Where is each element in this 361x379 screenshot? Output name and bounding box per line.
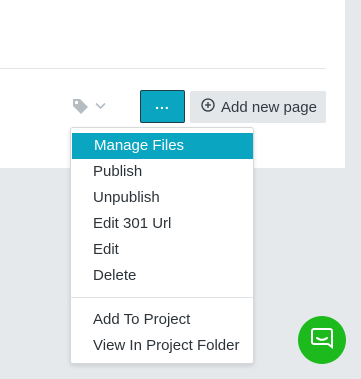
chat-bubble-icon [310, 326, 334, 355]
menu-item-unpublish[interactable]: Unpublish [71, 185, 253, 211]
menu-item-delete[interactable]: Delete [71, 263, 253, 289]
menu-item-add-to-project[interactable]: Add To Project [71, 307, 253, 333]
more-dots: ... [155, 95, 170, 112]
tag-filter-button[interactable] [72, 95, 116, 117]
menu-item-publish[interactable]: Publish [71, 159, 253, 185]
chat-button[interactable] [298, 316, 346, 364]
menu-separator [71, 297, 253, 298]
add-new-page-label: Add new page [221, 98, 317, 116]
menu-item-edit-301-url[interactable]: Edit 301 Url [71, 211, 253, 237]
tag-icon [72, 98, 89, 115]
more-options-button[interactable]: ... [140, 90, 185, 123]
menu-item-edit[interactable]: Edit [71, 237, 253, 263]
menu-item-view-in-project-folder[interactable]: View In Project Folder [71, 333, 253, 359]
add-new-page-button[interactable]: Add new page [190, 91, 326, 123]
menu-item-manage-files[interactable]: Manage Files [72, 133, 253, 159]
chevron-down-icon [95, 102, 106, 110]
divider [0, 68, 326, 69]
options-dropdown-menu: Manage Files Publish Unpublish Edit 301 … [70, 127, 254, 364]
plus-circle-icon [201, 97, 215, 117]
